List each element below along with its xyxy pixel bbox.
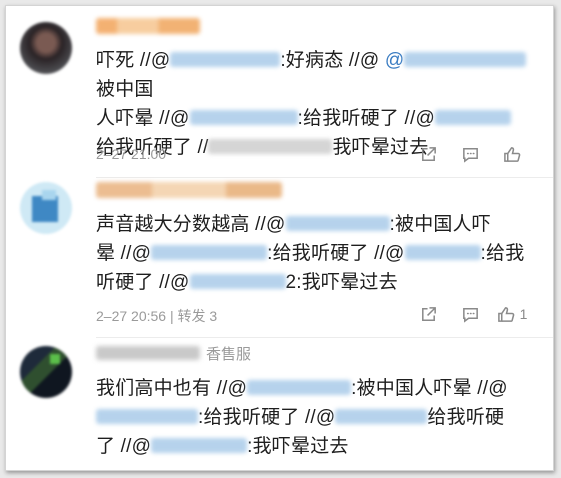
comment-icon xyxy=(462,147,478,163)
text-segment: :给我听硬了 //@ xyxy=(198,407,336,428)
blurred-mention[interactable] xyxy=(434,110,511,125)
blurred-mention[interactable] xyxy=(247,380,352,395)
text-segment: :我吓晕过去 xyxy=(247,436,349,457)
comment-button[interactable] xyxy=(449,302,491,326)
blurred-mention[interactable] xyxy=(285,216,390,231)
username[interactable] xyxy=(96,182,282,198)
timestamp: 2–27 20:56 | 转发 3 xyxy=(96,308,218,324)
blurred-mention[interactable] xyxy=(189,274,286,289)
share-icon xyxy=(421,306,436,321)
repost-count[interactable]: 转发 3 xyxy=(178,308,218,324)
text-segment: 了 //@ xyxy=(96,436,152,457)
text-segment: :被中国人吓晕 //@ xyxy=(351,378,508,399)
like-button[interactable]: 1 xyxy=(491,302,533,326)
avatar[interactable] xyxy=(20,22,72,74)
text-segment: 我们高中也有 //@ xyxy=(96,378,248,399)
blurred-mention[interactable] xyxy=(404,52,527,67)
blurred-mention[interactable] xyxy=(170,52,281,67)
like-icon xyxy=(503,146,520,162)
comment-text: 声音越大分数越高 //@ :被中国人吓 晕 //@ :给我听硬了 //@ :给我 听硬… xyxy=(96,210,536,297)
divider xyxy=(96,337,553,338)
text-segment: :给我 xyxy=(480,243,525,264)
blurred-mention[interactable] xyxy=(335,409,428,424)
text-segment: 被中国 xyxy=(96,79,154,100)
divider xyxy=(96,177,553,178)
comment-text: 我们高中也有 //@ :被中国人吓晕 //@ :给我听硬了 //@ 给我听硬 了 /… xyxy=(96,374,536,461)
like-icon xyxy=(497,306,514,322)
text-segment: :好病态 //@ xyxy=(280,50,380,71)
comment-list: 吓死 //@:好病态 //@ @被中国 人吓晕 //@:给我听硬了 //@ 给我… xyxy=(5,5,554,471)
comment-button[interactable] xyxy=(449,142,491,166)
username-blurred[interactable] xyxy=(96,346,200,360)
timestamp: 2–27 21:00 xyxy=(96,146,167,162)
text-segment: 声音越大分数越高 //@ xyxy=(96,214,286,235)
username[interactable] xyxy=(96,18,200,34)
text-segment: 2:我吓晕过去 xyxy=(285,272,398,293)
blurred-mention[interactable] xyxy=(151,438,248,453)
share-button[interactable] xyxy=(407,302,449,326)
comment-icon xyxy=(462,307,478,323)
text-segment: 晕 //@ xyxy=(96,243,152,264)
avatar[interactable] xyxy=(20,346,72,398)
share-button[interactable] xyxy=(407,142,449,166)
blurred-mention[interactable] xyxy=(404,245,481,260)
text-segment: 人吓晕 //@ xyxy=(96,108,190,129)
share-icon xyxy=(421,146,436,161)
blurred-mention[interactable] xyxy=(151,245,268,260)
blurred-mention[interactable] xyxy=(189,110,298,125)
blurred-mention[interactable] xyxy=(208,139,333,154)
like-button[interactable] xyxy=(491,142,533,166)
text-segment: :给我听硬了 //@ xyxy=(267,243,405,264)
like-count: 1 xyxy=(519,306,528,322)
text-segment: 吓死 //@ xyxy=(96,50,171,71)
text-segment: :被中国人吓 xyxy=(389,214,492,235)
text-segment: 给我听硬 xyxy=(427,407,505,428)
text-segment: :给我听硬了 //@ xyxy=(297,108,435,129)
username-tail[interactable]: 香售服 xyxy=(206,343,251,364)
text-segment: 听硬了 //@ xyxy=(96,272,190,293)
comment-actions xyxy=(407,142,533,166)
comment-actions: 1 xyxy=(407,302,533,326)
blurred-mention[interactable] xyxy=(96,409,198,424)
avatar[interactable] xyxy=(20,182,72,234)
